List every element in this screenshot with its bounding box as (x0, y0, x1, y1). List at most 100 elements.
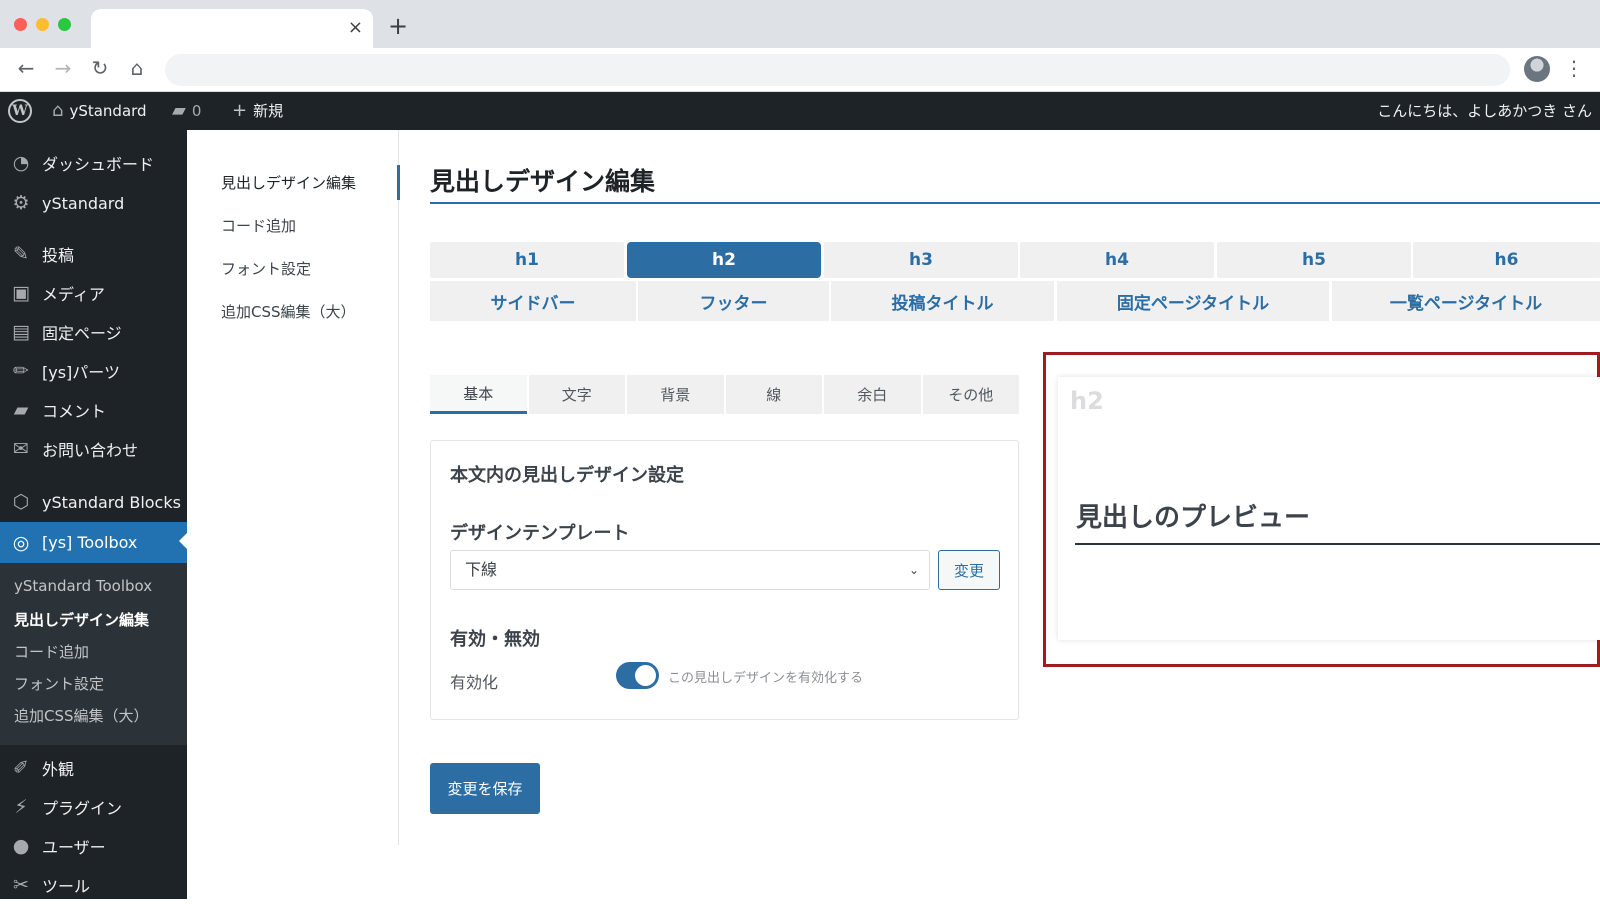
menu-label: プラグイン (42, 799, 123, 818)
menu-ystandard[interactable]: ⚙ yStandard (0, 184, 187, 222)
site-name: yStandard (69, 102, 147, 120)
media-icon: ▣ (12, 282, 30, 304)
profile-avatar[interactable] (1524, 56, 1550, 82)
subnav-font[interactable]: フォント設定 (221, 258, 311, 279)
menu-posts[interactable]: ✎ 投稿 (0, 235, 187, 273)
tab-background[interactable]: 背景 (627, 375, 724, 414)
pencil-icon: ✏ (13, 360, 29, 382)
toolbox-icon: ◎ (12, 531, 30, 554)
close-window-button[interactable] (14, 18, 27, 31)
subnav-css[interactable]: 追加CSS編集（大） (221, 301, 356, 322)
submenu-css[interactable]: 追加CSS編集（大） (14, 705, 149, 726)
menu-label: 固定ページ (42, 324, 122, 343)
preview-tag: h2 (1070, 387, 1104, 415)
address-bar[interactable] (165, 54, 1510, 86)
subnav-heading-design[interactable]: 見出しデザイン編集 (221, 172, 356, 193)
tab-border[interactable]: 線 (725, 375, 822, 414)
pin-icon: ✎ (13, 243, 29, 265)
menu-ystandard-blocks[interactable]: ⬡ yStandard Blocks (0, 483, 187, 521)
back-icon[interactable]: ← (13, 56, 39, 80)
tab-archive-title[interactable]: 一覧ページタイトル (1332, 281, 1600, 321)
tab-post-title[interactable]: 投稿タイトル (831, 281, 1054, 321)
submenu-ystandard-toolbox[interactable]: yStandard Toolbox (14, 577, 152, 595)
admin-bar: W ⌂ yStandard ▰ 0 + 新規 こんにちは、よしあかつき さん (0, 92, 1600, 130)
page-icon: ▤ (12, 321, 30, 343)
chevron-down-icon: ⌄ (908, 563, 919, 577)
menu-label: 外観 (42, 760, 75, 779)
wordpress-logo[interactable]: W (8, 92, 32, 130)
tab-footer[interactable]: フッター (638, 281, 829, 321)
tab-text[interactable]: 文字 (528, 375, 625, 414)
preview-panel: h2 見出しのプレビュー (1058, 377, 1600, 640)
menu-media[interactable]: ▣ メディア (0, 274, 187, 312)
enable-toggle[interactable] (616, 662, 659, 689)
submenu-font[interactable]: フォント設定 (14, 673, 104, 694)
menu-comments[interactable]: ▰ コメント (0, 391, 187, 429)
home-icon: ⌂ (52, 100, 64, 121)
cube-icon: ⬡ (12, 491, 30, 513)
tab-h1[interactable]: h1 (430, 242, 624, 278)
new-tab-button[interactable]: + (388, 12, 408, 40)
menu-tools[interactable]: ✂ ツール (0, 866, 187, 904)
user-icon: ● (12, 835, 30, 857)
menu-contact[interactable]: ✉ お問い合わせ (0, 430, 187, 468)
dashboard-icon: ◔ (12, 152, 30, 174)
subnav-code[interactable]: コード追加 (221, 215, 296, 236)
template-select[interactable]: 下線 ⌄ (450, 550, 930, 590)
menu-label: yStandard (42, 193, 125, 213)
submenu-code[interactable]: コード追加 (14, 641, 89, 662)
tab-sidebar[interactable]: サイドバー (430, 281, 636, 321)
browser-tab[interactable]: × (91, 9, 373, 48)
menu-appearance[interactable]: ✐ 外観 (0, 749, 187, 787)
tab-close-icon[interactable]: × (348, 17, 363, 38)
comment-icon: ▰ (13, 399, 29, 421)
menu-label: yStandard Blocks (42, 492, 181, 512)
minimize-window-button[interactable] (36, 18, 49, 31)
wrench-icon: ✂ (13, 874, 29, 896)
forward-icon[interactable]: → (50, 56, 76, 80)
tab-other[interactable]: その他 (922, 375, 1019, 414)
setting-tabs: 基本 文字 背景 線 余白 その他 (430, 375, 1019, 414)
menu-label: [ys] Toolbox (42, 533, 138, 552)
new-content-link[interactable]: + 新規 (232, 92, 283, 130)
tab-h6[interactable]: h6 (1413, 242, 1600, 278)
tab-h4[interactable]: h4 (1020, 242, 1214, 278)
comments-link[interactable]: ▰ 0 (172, 92, 201, 130)
tab-h5[interactable]: h5 (1217, 242, 1411, 278)
tab-page-title[interactable]: 固定ページタイトル (1057, 281, 1329, 321)
page-title: 見出しデザイン編集 (430, 167, 656, 196)
browser-menu-icon[interactable]: ⋮ (1564, 56, 1584, 80)
preview-underline (1075, 543, 1600, 545)
menu-users[interactable]: ● ユーザー (0, 827, 187, 865)
window-controls (14, 18, 71, 31)
reload-icon[interactable]: ↻ (87, 56, 113, 80)
site-name-link[interactable]: ⌂ yStandard (52, 92, 147, 130)
user-greeting[interactable]: こんにちは、よしあかつき さん (1377, 92, 1592, 130)
menu-ys-toolbox[interactable]: ◎ [ys] Toolbox (0, 522, 187, 563)
tab-spacing[interactable]: 余白 (824, 375, 921, 414)
admin-sidebar: ◔ ダッシュボード ⚙ yStandard ✎ 投稿 ▣ メディア ▤ 固定ペー… (0, 130, 187, 899)
template-label: デザインテンプレート (450, 523, 630, 544)
change-button[interactable]: 変更 (938, 550, 1000, 590)
template-value: 下線 (465, 560, 498, 579)
menu-label: お問い合わせ (42, 441, 139, 460)
gear-icon: ⚙ (12, 192, 30, 214)
menu-plugins[interactable]: ⚡ プラグイン (0, 788, 187, 826)
preview-heading: 見出しのプレビュー (1076, 503, 1311, 533)
maximize-window-button[interactable] (58, 18, 71, 31)
tab-h2[interactable]: h2 (627, 242, 821, 278)
menu-dashboard[interactable]: ◔ ダッシュボード (0, 144, 187, 182)
menu-ys-parts[interactable]: ✏ [ys]パーツ (0, 352, 187, 390)
menu-label: ツール (42, 877, 91, 896)
home-icon[interactable]: ⌂ (124, 56, 150, 80)
menu-pages[interactable]: ▤ 固定ページ (0, 313, 187, 351)
tab-h3[interactable]: h3 (824, 242, 1018, 278)
tab-basic[interactable]: 基本 (430, 375, 527, 414)
toggle-label: 有効化 (450, 673, 499, 692)
menu-label: 投稿 (42, 246, 75, 265)
submenu-heading-design[interactable]: 見出しデザイン編集 (14, 609, 149, 630)
menu-label: [ys]パーツ (42, 363, 120, 382)
comment-icon: ▰ (172, 100, 186, 121)
save-button[interactable]: 変更を保存 (430, 763, 540, 814)
subnav-active-bar (397, 165, 400, 200)
